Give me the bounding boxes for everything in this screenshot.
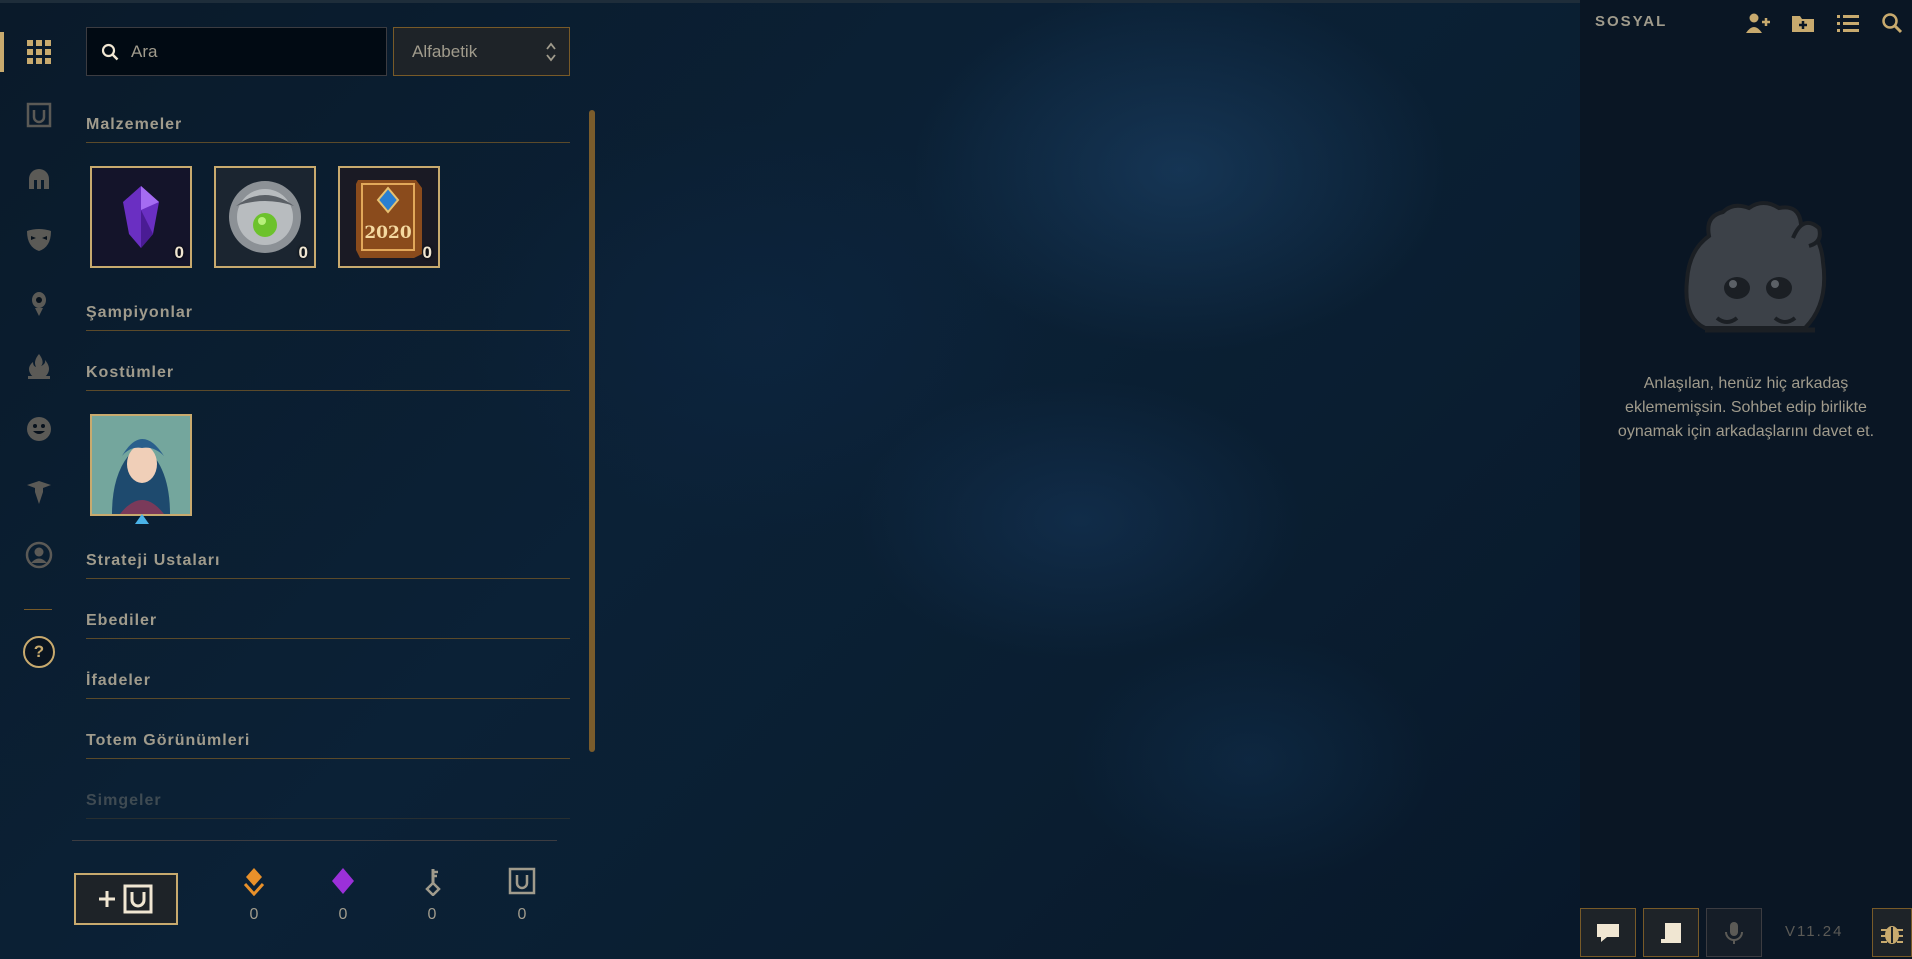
material-tile[interactable]: 2020 0 [338, 166, 440, 268]
item-count: 0 [422, 243, 432, 262]
champion-skin-portrait [92, 416, 190, 514]
search-input[interactable] [131, 41, 371, 62]
material-tile[interactable]: 0 [90, 166, 192, 268]
poro-icon [1684, 201, 1827, 333]
currency-value: 0 [338, 906, 348, 923]
search-icon [1882, 13, 1903, 34]
nav-champions[interactable] [18, 157, 60, 199]
category-materials[interactable]: Malzemeler [86, 116, 570, 143]
profile-icon [25, 541, 53, 569]
add-folder-icon [1792, 16, 1814, 32]
search-box[interactable] [86, 27, 387, 76]
material-tile[interactable]: 0 [214, 166, 316, 268]
category-title: Kostümler [86, 364, 570, 391]
nav-eternals[interactable] [18, 345, 60, 387]
currency-value: 0 [427, 906, 437, 923]
chest-icon [508, 867, 536, 895]
bug-report-button[interactable] [1872, 908, 1912, 957]
add-folder-button[interactable] [1789, 10, 1817, 36]
tft-icon [27, 481, 51, 504]
materials-tiles: 0 0 2020 0 [90, 166, 440, 268]
item-count: 0 [298, 243, 308, 262]
nav-profile-icons[interactable] [18, 534, 60, 576]
orange-essence-icon [243, 868, 265, 896]
category-eternals[interactable]: Ebediler [86, 612, 570, 639]
notes-button[interactable] [1643, 908, 1699, 957]
category-title: Malzemeler [86, 116, 570, 143]
bug-icon [1881, 925, 1903, 944]
sort-arrows-icon [546, 42, 556, 62]
nav-skins[interactable] [18, 219, 60, 261]
search-icon [101, 43, 119, 60]
inventory-list: Malzemeler 0 0 2020 0 Şampiyonlar Kostüm… [86, 100, 570, 820]
help-button[interactable]: ? [23, 636, 55, 668]
key-icon [425, 869, 441, 896]
category-title: İfadeler [86, 672, 570, 699]
chat-icon [1597, 923, 1619, 942]
scroll-icon [1661, 922, 1681, 943]
mythic-essence-counter: 0 [313, 866, 373, 924]
ward-icon [32, 292, 46, 316]
emote-icon [27, 417, 51, 441]
category-title: Simgeler [86, 792, 570, 819]
nav-chest[interactable] [18, 94, 60, 136]
nav-tft[interactable] [18, 471, 60, 513]
plus-chest-icon [99, 884, 153, 914]
empty-friends-message: Anlaşılan, henüz hiç arkadaş eklememişsi… [1617, 375, 1875, 440]
mythic-essence-icon [332, 868, 354, 894]
version-label: V11.24 [1785, 923, 1844, 940]
skin-tile[interactable] [90, 414, 192, 524]
category-tacticians[interactable]: Strateji Ustaları [86, 552, 570, 579]
book-year-label: 2020 [364, 223, 411, 243]
social-bottom-bar: V11.24 [1580, 908, 1912, 959]
mask-icon [27, 229, 51, 251]
category-title: Şampiyonlar [86, 304, 570, 331]
sort-selected-label: Alfabetik [412, 41, 478, 61]
orange-essence-counter: 0 [224, 866, 284, 924]
category-title: Strateji Ustaları [86, 552, 570, 579]
key-counter: 0 [402, 866, 462, 924]
currency-value: 0 [249, 906, 259, 923]
nav-active-indicator [0, 32, 4, 72]
category-ward-skins[interactable]: Totem Görünümleri [86, 732, 570, 759]
nav-divider [24, 609, 52, 610]
social-panel: SOSYAL Anlaşılan, henüz hiç arkadaş ekle… [1580, 0, 1912, 959]
category-skins[interactable]: Kostümler [86, 364, 570, 391]
grid-icon [27, 40, 51, 64]
social-search-button[interactable] [1878, 10, 1906, 36]
helmet-icon [29, 169, 49, 189]
category-title: Totem Görünümleri [86, 732, 570, 759]
chest-counter: 0 [492, 866, 552, 924]
add-friend-button[interactable] [1744, 10, 1772, 36]
list-view-button[interactable] [1834, 10, 1862, 36]
category-title: Ebediler [86, 612, 570, 639]
chest-icon [26, 102, 52, 128]
voice-button[interactable] [1706, 908, 1762, 957]
microphone-icon [1725, 921, 1743, 944]
nav-wards[interactable] [18, 282, 60, 324]
nav-emotes[interactable] [18, 408, 60, 450]
inventory-scrollbar[interactable] [589, 110, 595, 752]
skins-tiles [90, 414, 192, 524]
category-emotes[interactable]: İfadeler [86, 672, 570, 699]
skin-tier-icon [135, 514, 149, 524]
add-friend-icon [1746, 13, 1770, 33]
category-champions[interactable]: Şampiyonlar [86, 304, 570, 331]
social-title: SOSYAL [1595, 13, 1668, 30]
sort-dropdown[interactable]: Alfabetik [393, 27, 570, 76]
category-icons[interactable]: Simgeler [86, 792, 570, 819]
flame-icon [28, 354, 50, 379]
nav-grid[interactable] [18, 31, 60, 73]
left-nav: ? [0, 0, 78, 959]
add-chest-button[interactable] [74, 873, 178, 925]
chat-button[interactable] [1580, 908, 1636, 957]
bottom-divider [72, 840, 557, 841]
list-icon [1837, 15, 1859, 32]
item-count: 0 [174, 243, 184, 262]
currency-value: 0 [517, 906, 527, 923]
